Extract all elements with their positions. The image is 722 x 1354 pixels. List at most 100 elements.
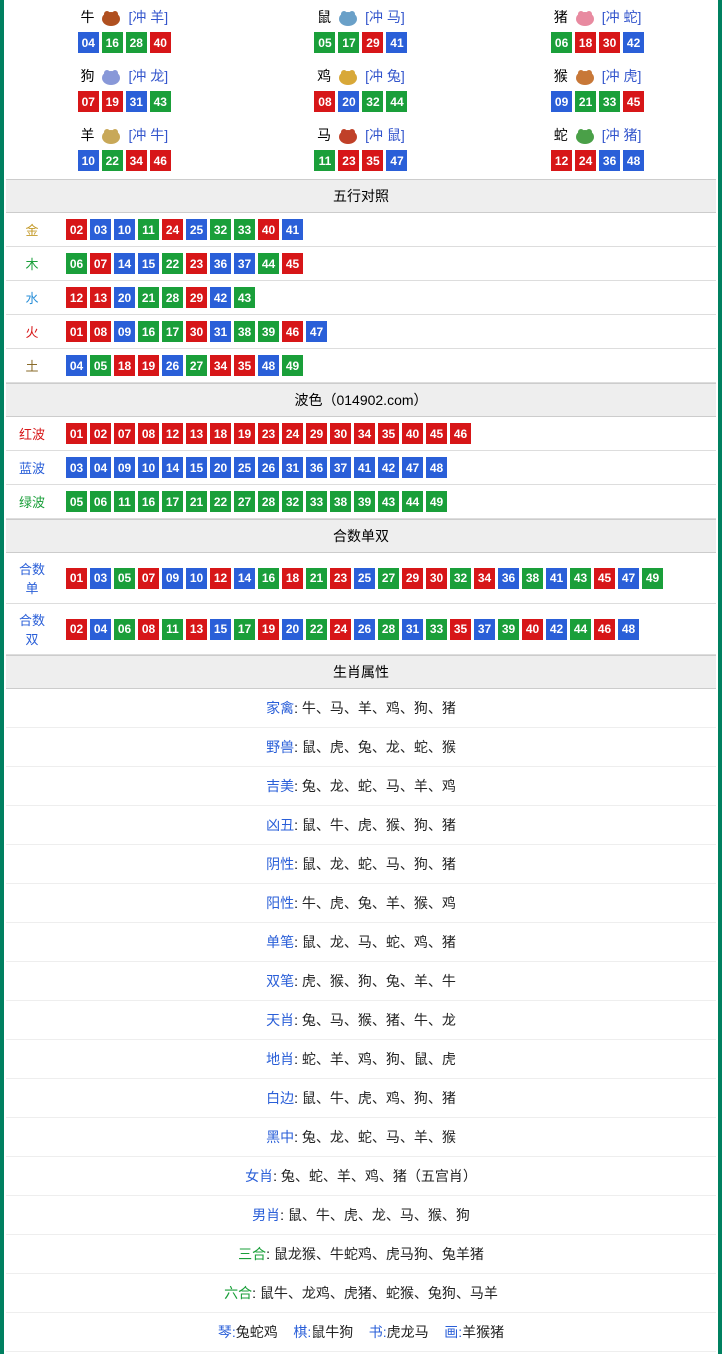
table-row: 土04051819262734354849 xyxy=(6,349,716,383)
attr-row: 地肖: 蛇、羊、鸡、狗、鼠、虎 xyxy=(6,1040,716,1079)
attr-row: 男肖: 鼠、牛、虎、龙、马、猴、狗 xyxy=(6,1196,716,1235)
number-chip: 39 xyxy=(258,321,279,342)
number-chip: 33 xyxy=(234,219,255,240)
attr-row: 阴性: 鼠、龙、蛇、马、狗、猪 xyxy=(6,845,716,884)
number-chip: 28 xyxy=(126,32,147,53)
row-numbers: 0108091617303138394647 xyxy=(58,315,716,349)
attrs-list: 家禽: 牛、马、羊、鸡、狗、猪野兽: 鼠、虎、兔、龙、蛇、猴吉美: 兔、龙、蛇、… xyxy=(6,689,716,1313)
number-chip: 04 xyxy=(78,32,99,53)
snake-icon xyxy=(570,124,600,146)
zodiac-cell: 猴[冲 虎]09213345 xyxy=(479,61,716,120)
number-chip: 12 xyxy=(551,150,572,171)
number-chip: 25 xyxy=(186,219,207,240)
number-chip: 06 xyxy=(114,619,135,640)
number-chip: 21 xyxy=(306,568,327,589)
zodiac-numbers: 04162840 xyxy=(6,32,243,53)
number-chip: 23 xyxy=(338,150,359,171)
number-chip: 22 xyxy=(306,619,327,640)
attr-sep: : xyxy=(280,1207,288,1223)
table-row: 红波0102070812131819232429303435404546 xyxy=(6,417,716,451)
monkey-icon xyxy=(570,65,600,87)
attr-value: 蛇、羊、鸡、狗、鼠、虎 xyxy=(302,1051,456,1067)
number-chip: 04 xyxy=(90,457,111,478)
row-label: 合数单 xyxy=(6,553,58,604)
attr-value: 兔、蛇、羊、鸡、猪（五宫肖） xyxy=(281,1168,477,1184)
attr-value: 兔、龙、蛇、马、羊、猴 xyxy=(302,1129,456,1145)
number-chip: 18 xyxy=(210,423,231,444)
number-chip: 09 xyxy=(551,91,572,112)
number-chip: 15 xyxy=(138,253,159,274)
zodiac-name: 鼠 xyxy=(317,7,331,27)
number-chip: 41 xyxy=(282,219,303,240)
number-chip: 10 xyxy=(138,457,159,478)
zodiac-cell: 狗[冲 龙]07193143 xyxy=(6,61,243,120)
number-chip: 45 xyxy=(623,91,644,112)
number-chip: 33 xyxy=(306,491,327,512)
row-numbers: 0204060811131517192022242628313335373940… xyxy=(58,604,716,655)
number-chip: 07 xyxy=(78,91,99,112)
number-chip: 31 xyxy=(126,91,147,112)
row-numbers: 05061116172122272832333839434449 xyxy=(58,485,716,519)
goat-icon xyxy=(96,124,126,146)
section-header-bose: 波色（014902.com） xyxy=(6,383,716,417)
attr-key: 六合 xyxy=(224,1285,252,1301)
table-row: 木06071415222336374445 xyxy=(6,247,716,281)
number-chip: 02 xyxy=(66,619,87,640)
attr-row: 黑中: 兔、龙、蛇、马、羊、猴 xyxy=(6,1118,716,1157)
number-chip: 40 xyxy=(258,219,279,240)
number-chip: 05 xyxy=(66,491,87,512)
number-chip: 10 xyxy=(114,219,135,240)
number-chip: 02 xyxy=(90,423,111,444)
row-label: 红波 xyxy=(6,417,58,451)
number-chip: 15 xyxy=(186,457,207,478)
zodiac-name: 鸡 xyxy=(317,66,331,86)
attr-row: 双笔: 虎、猴、狗、兔、羊、牛 xyxy=(6,962,716,1001)
number-chip: 42 xyxy=(623,32,644,53)
attr-row: 六合: 鼠牛、龙鸡、虎猪、蛇猴、兔狗、马羊 xyxy=(6,1274,716,1313)
attr-key: 单笔 xyxy=(266,934,294,950)
number-chip: 30 xyxy=(330,423,351,444)
number-chip: 14 xyxy=(114,253,135,274)
number-chip: 43 xyxy=(378,491,399,512)
number-chip: 20 xyxy=(282,619,303,640)
number-chip: 34 xyxy=(210,355,231,376)
number-chip: 01 xyxy=(66,423,87,444)
number-chip: 35 xyxy=(234,355,255,376)
zodiac-numbers: 08203244 xyxy=(243,91,480,112)
ox-icon xyxy=(96,6,126,28)
number-chip: 20 xyxy=(338,91,359,112)
number-chip: 40 xyxy=(150,32,171,53)
number-chip: 08 xyxy=(138,619,159,640)
zodiac-numbers: 06183042 xyxy=(479,32,716,53)
number-chip: 18 xyxy=(575,32,596,53)
zodiac-numbers: 12243648 xyxy=(479,150,716,171)
number-chip: 37 xyxy=(474,619,495,640)
row-label: 木 xyxy=(6,247,58,281)
number-chip: 36 xyxy=(306,457,327,478)
rat-icon xyxy=(333,6,363,28)
number-chip: 42 xyxy=(210,287,231,308)
number-chip: 25 xyxy=(354,568,375,589)
number-chip: 49 xyxy=(282,355,303,376)
zodiac-conflict: [冲 猪] xyxy=(602,125,642,145)
attr-sep: : xyxy=(294,973,302,989)
attr-sep: : xyxy=(294,856,302,872)
number-chip: 49 xyxy=(426,491,447,512)
number-chip: 31 xyxy=(402,619,423,640)
number-chip: 07 xyxy=(114,423,135,444)
number-chip: 37 xyxy=(330,457,351,478)
number-chip: 23 xyxy=(186,253,207,274)
footer-key: 书: xyxy=(369,1324,387,1340)
attr-sep: : xyxy=(294,1051,302,1067)
number-chip: 49 xyxy=(642,568,663,589)
number-chip: 23 xyxy=(330,568,351,589)
number-chip: 32 xyxy=(362,91,383,112)
number-chip: 42 xyxy=(378,457,399,478)
zodiac-conflict: [冲 马] xyxy=(365,7,405,27)
number-chip: 36 xyxy=(210,253,231,274)
number-chip: 09 xyxy=(114,321,135,342)
attr-value: 鼠、牛、虎、鸡、狗、猪 xyxy=(302,1090,456,1106)
number-chip: 44 xyxy=(570,619,591,640)
attr-sep: : xyxy=(266,1246,274,1262)
number-chip: 48 xyxy=(258,355,279,376)
